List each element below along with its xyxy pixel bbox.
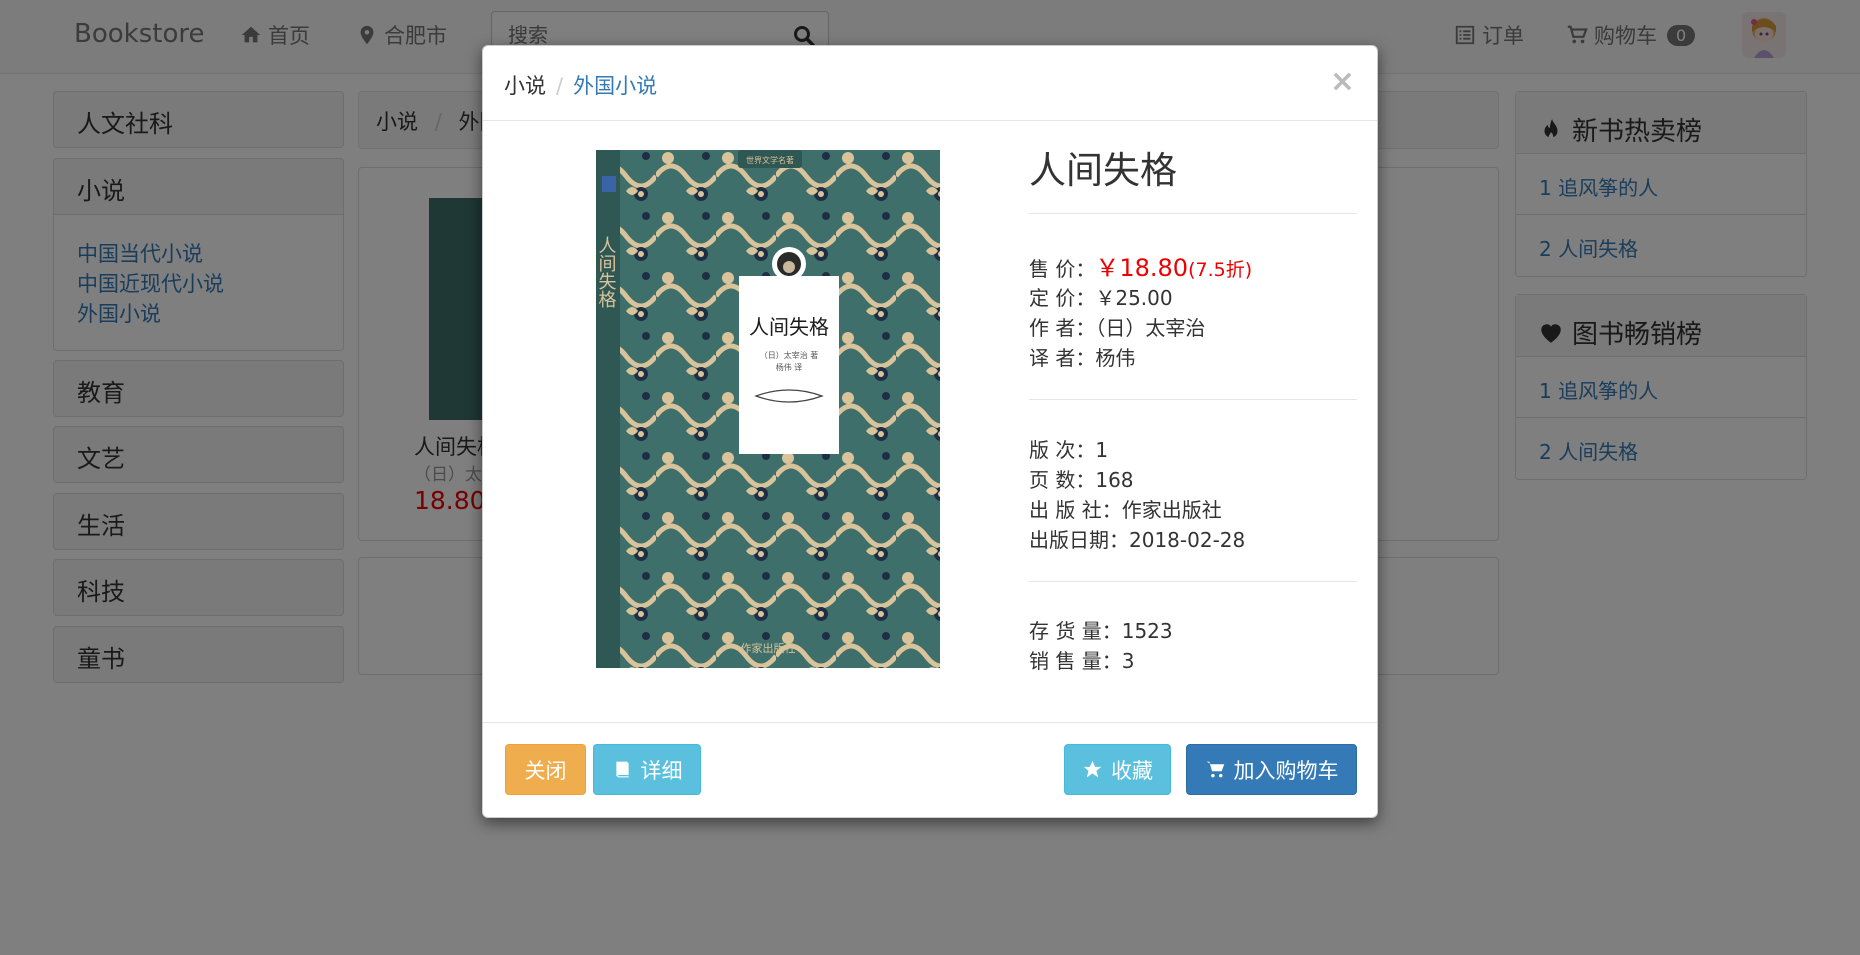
- detail-button-label: 详细: [640, 758, 683, 783]
- book-title: 人间失格: [1029, 149, 1177, 192]
- breadcrumb-current[interactable]: 外国小说: [573, 74, 657, 98]
- cover-spine-title: 人间失格: [596, 236, 617, 308]
- sales-label: 销 售 量：: [1029, 649, 1122, 673]
- pages-row: 页 数：168: [1029, 464, 1134, 493]
- publisher-row: 出 版 社：作家出版社: [1029, 494, 1222, 523]
- pub-date-label: 出版日期：: [1029, 528, 1129, 552]
- modal-footer: 关闭 详细 收藏 加入购物车: [483, 722, 1377, 819]
- pages: 168: [1095, 468, 1134, 492]
- translator: 杨伟: [1095, 346, 1136, 370]
- book-icon: [615, 761, 629, 778]
- add-to-cart-button[interactable]: 加入购物车: [1186, 744, 1357, 795]
- modal-breadcrumb: 小说 / 外国小说: [504, 74, 658, 98]
- sales: 3: [1121, 649, 1135, 673]
- pages-label: 页 数：: [1029, 468, 1096, 492]
- favorite-button[interactable]: 收藏: [1064, 744, 1171, 795]
- breadcrumb-parent[interactable]: 小说: [504, 74, 546, 98]
- modal-header: 小说 / 外国小说 ×: [483, 46, 1377, 121]
- edition-row: 版 次：1: [1029, 434, 1108, 463]
- favorite-button-label: 收藏: [1111, 758, 1153, 783]
- stock: 1523: [1121, 619, 1173, 643]
- publisher-label: 出 版 社：: [1029, 498, 1122, 522]
- cover-title-text: 人间失格: [749, 315, 829, 339]
- shopping-cart-icon: [1206, 761, 1224, 778]
- cover-series-text: 世界文学名著: [746, 155, 794, 165]
- list-price: ￥25.00: [1095, 286, 1173, 310]
- sale-price-row: 售 价：￥18.80(7.5折): [1029, 248, 1252, 283]
- edition: 1: [1095, 438, 1109, 462]
- translator-label: 译 者：: [1029, 346, 1096, 370]
- close-button[interactable]: 关闭: [505, 744, 586, 795]
- close-icon[interactable]: ×: [1330, 64, 1355, 99]
- pub-date-row: 出版日期：2018-02-28: [1029, 524, 1245, 553]
- divider: [1029, 213, 1357, 214]
- author-row: 作 者：（日）太宰治: [1029, 312, 1205, 341]
- sale-price-label: 售 价：: [1029, 257, 1096, 281]
- stock-row: 存 货 量：1523: [1029, 615, 1173, 644]
- edition-label: 版 次：: [1029, 438, 1096, 462]
- discount: (7.5折): [1188, 259, 1253, 281]
- author-label: 作 者：: [1029, 316, 1096, 340]
- close-button-label: 关闭: [524, 758, 567, 783]
- sale-price: ￥18.80: [1095, 254, 1189, 282]
- translator-row: 译 者：杨伟: [1029, 342, 1135, 371]
- sales-row: 销 售 量：3: [1029, 645, 1134, 674]
- cover-translator-text: 杨伟 译: [776, 362, 803, 372]
- book-cover-image[interactable]: 世界文学名著 人间失格 （日）太宰治 著 杨伟 译 人间失格 作家出版社: [596, 146, 940, 670]
- publisher: 作家出版社: [1121, 498, 1222, 522]
- author: （日）太宰治: [1095, 316, 1206, 340]
- list-price-label: 定 价：: [1029, 286, 1096, 310]
- stock-label: 存 货 量：: [1029, 619, 1122, 643]
- divider: [1029, 581, 1357, 582]
- add-to-cart-button-label: 加入购物车: [1233, 758, 1339, 783]
- star-icon: [1083, 760, 1102, 778]
- cover-author-text: （日）太宰治 著: [760, 350, 819, 360]
- divider: [1029, 399, 1357, 400]
- list-price-row: 定 价：￥25.00: [1029, 282, 1173, 311]
- detail-button[interactable]: 详细: [593, 744, 701, 795]
- book-detail-modal: 小说 / 外国小说 × 世界文学名著 人间失格 （日）太宰治 著 杨伟 译 人间…: [482, 45, 1378, 818]
- pub-date: 2018-02-28: [1129, 528, 1246, 552]
- cover-publisher-text: 作家出版社: [741, 641, 796, 655]
